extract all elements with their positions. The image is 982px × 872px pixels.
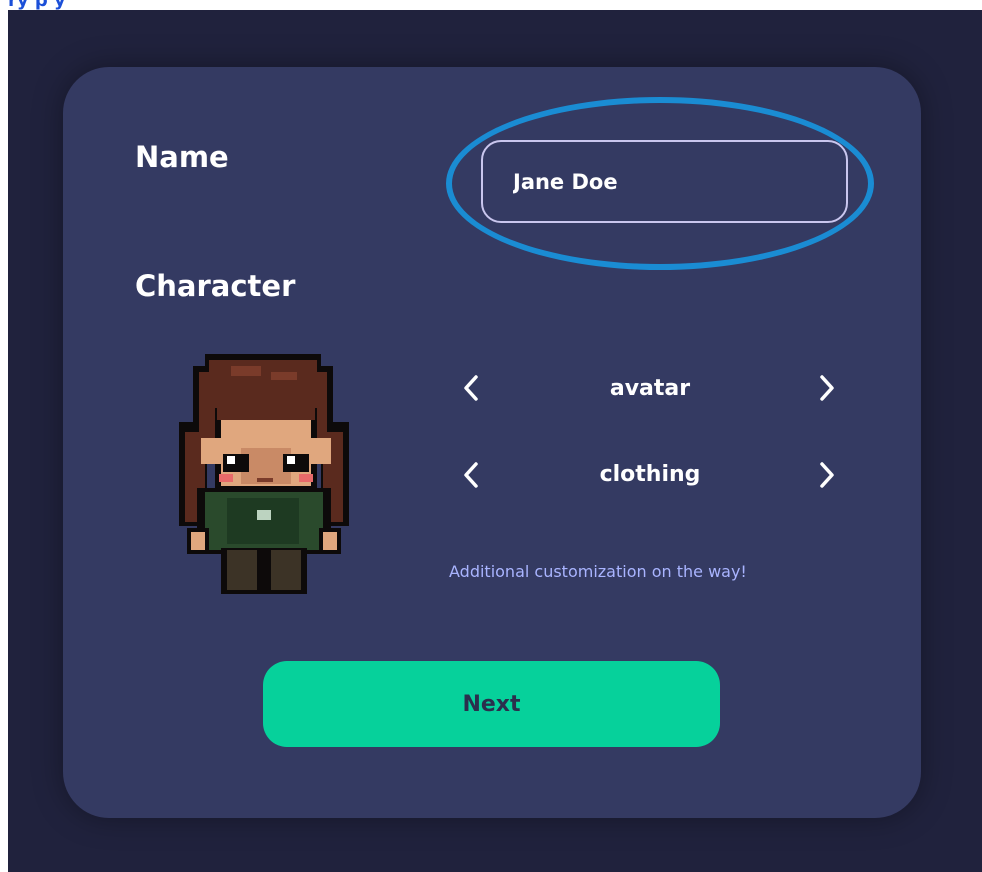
character-avatar — [171, 352, 355, 595]
chevron-left-icon — [464, 375, 478, 401]
next-button[interactable]: Next — [263, 661, 720, 747]
chevron-right-icon — [820, 462, 834, 488]
customization-note: Additional customization on the way! — [449, 562, 747, 581]
clothing-next-button[interactable] — [812, 455, 842, 495]
character-label: Character — [135, 269, 296, 303]
top-cropped-text: ry p y — [0, 0, 982, 10]
avatar-option-label: avatar — [609, 376, 691, 401]
clothing-option-label: clothing — [599, 462, 701, 487]
avatar-prev-button[interactable] — [456, 368, 486, 408]
name-input[interactable] — [481, 140, 848, 223]
name-label: Name — [135, 140, 229, 174]
chevron-right-icon — [820, 375, 834, 401]
clothing-prev-button[interactable] — [456, 455, 486, 495]
avatar-next-button[interactable] — [812, 368, 842, 408]
chevron-left-icon — [464, 462, 478, 488]
